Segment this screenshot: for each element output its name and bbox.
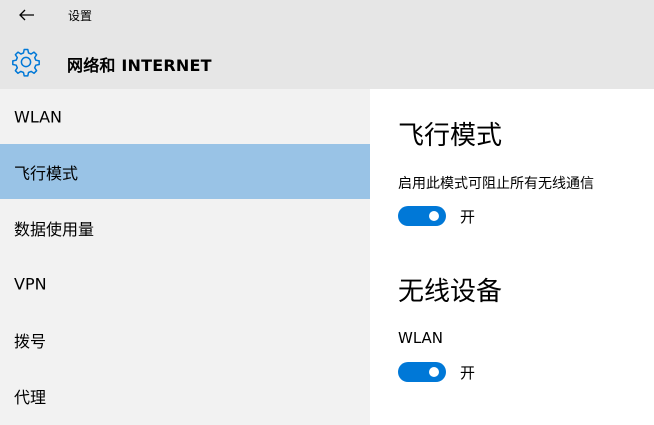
toggle-knob [429, 367, 439, 377]
sidebar-item-dial-up[interactable]: 拨号 [0, 312, 370, 367]
sidebar-item-label: 飞行模式 [14, 163, 79, 183]
toggle-knob [429, 211, 439, 221]
sidebar-item-label: WLAN [14, 107, 63, 126]
sidebar-item-label: VPN [14, 274, 47, 293]
back-button[interactable] [14, 4, 38, 26]
wlan-device-label: WLAN [398, 329, 444, 347]
sidebar-item-label: 数据使用量 [14, 219, 95, 239]
wlan-toggle-row: 开 [398, 361, 475, 383]
sidebar-item-data-usage[interactable]: 数据使用量 [0, 200, 370, 255]
sidebar-item-proxy[interactable]: 代理 [0, 368, 370, 423]
sidebar-item-label: 拨号 [14, 331, 47, 351]
wireless-devices-heading: 无线设备 [398, 277, 503, 307]
wlan-toggle[interactable] [398, 362, 446, 382]
airplane-mode-description: 启用此模式可阻止所有无线通信 [398, 176, 594, 192]
wlan-toggle-state: 开 [460, 363, 476, 382]
page-header: 网络和 INTERNET [0, 32, 654, 89]
main-content: 飞行模式 启用此模式可阻止所有无线通信 开 无线设备 WLAN 开 [370, 89, 654, 425]
sidebar: WLAN 飞行模式 数据使用量 VPN 拨号 代理 [0, 89, 370, 425]
sidebar-item-label: 代理 [14, 387, 47, 407]
gear-icon [11, 47, 41, 77]
page-title: 网络和 INTERNET [67, 56, 212, 75]
sidebar-item-vpn[interactable]: VPN [0, 256, 370, 311]
window-title: 设置 [68, 9, 93, 23]
title-bar: 设置 [0, 0, 654, 32]
airplane-mode-toggle[interactable] [398, 206, 446, 226]
back-arrow-icon [19, 9, 34, 21]
sidebar-item-wlan[interactable]: WLAN [0, 89, 370, 144]
airplane-mode-heading: 飞行模式 [398, 121, 503, 151]
airplane-mode-toggle-row: 开 [398, 205, 475, 227]
airplane-mode-toggle-state: 开 [460, 207, 476, 226]
sidebar-item-airplane-mode[interactable]: 飞行模式 [0, 144, 370, 199]
